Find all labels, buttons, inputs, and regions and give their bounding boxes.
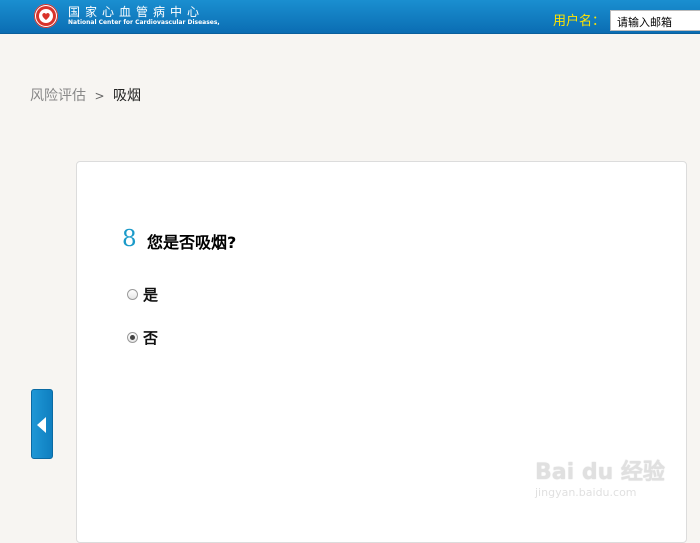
watermark-logo-text: Bai du 经验 — [535, 460, 665, 485]
previous-question-button[interactable] — [31, 389, 53, 459]
breadcrumb-current: 吸烟 — [112, 88, 141, 104]
option-no-radio[interactable] — [127, 331, 138, 343]
baidu-jingyan-watermark: Bai du 经验 jingyan.baidu.com — [535, 454, 665, 499]
breadcrumb: 风险评估 > 吸烟 — [30, 85, 141, 105]
ncc-heart-logo-icon[interactable] — [34, 4, 58, 28]
org-name-english: National Center for Cardiovascular Disea… — [68, 19, 220, 26]
option-yes-label: 是 — [143, 285, 159, 304]
option-yes[interactable]: 是 — [127, 284, 158, 304]
option-no-label: 否 — [143, 328, 159, 347]
breadcrumb-separator: > — [94, 89, 105, 103]
username-input[interactable] — [610, 10, 700, 31]
org-name-chinese: 国家心血管病中心 — [68, 5, 205, 19]
option-no[interactable]: 否 — [127, 327, 158, 347]
top-header-bar: 国家心血管病中心 National Center for Cardiovascu… — [0, 0, 700, 34]
breadcrumb-risk-assessment-link[interactable]: 风险评估 — [30, 88, 86, 104]
chevron-left-icon — [37, 417, 46, 433]
question-text: 您是否吸烟? — [147, 233, 237, 252]
option-yes-radio[interactable] — [127, 288, 138, 300]
watermark-url: jingyan.baidu.com — [535, 486, 637, 499]
username-label: 用户名： — [553, 14, 606, 29]
question-number: 8 — [122, 226, 137, 252]
